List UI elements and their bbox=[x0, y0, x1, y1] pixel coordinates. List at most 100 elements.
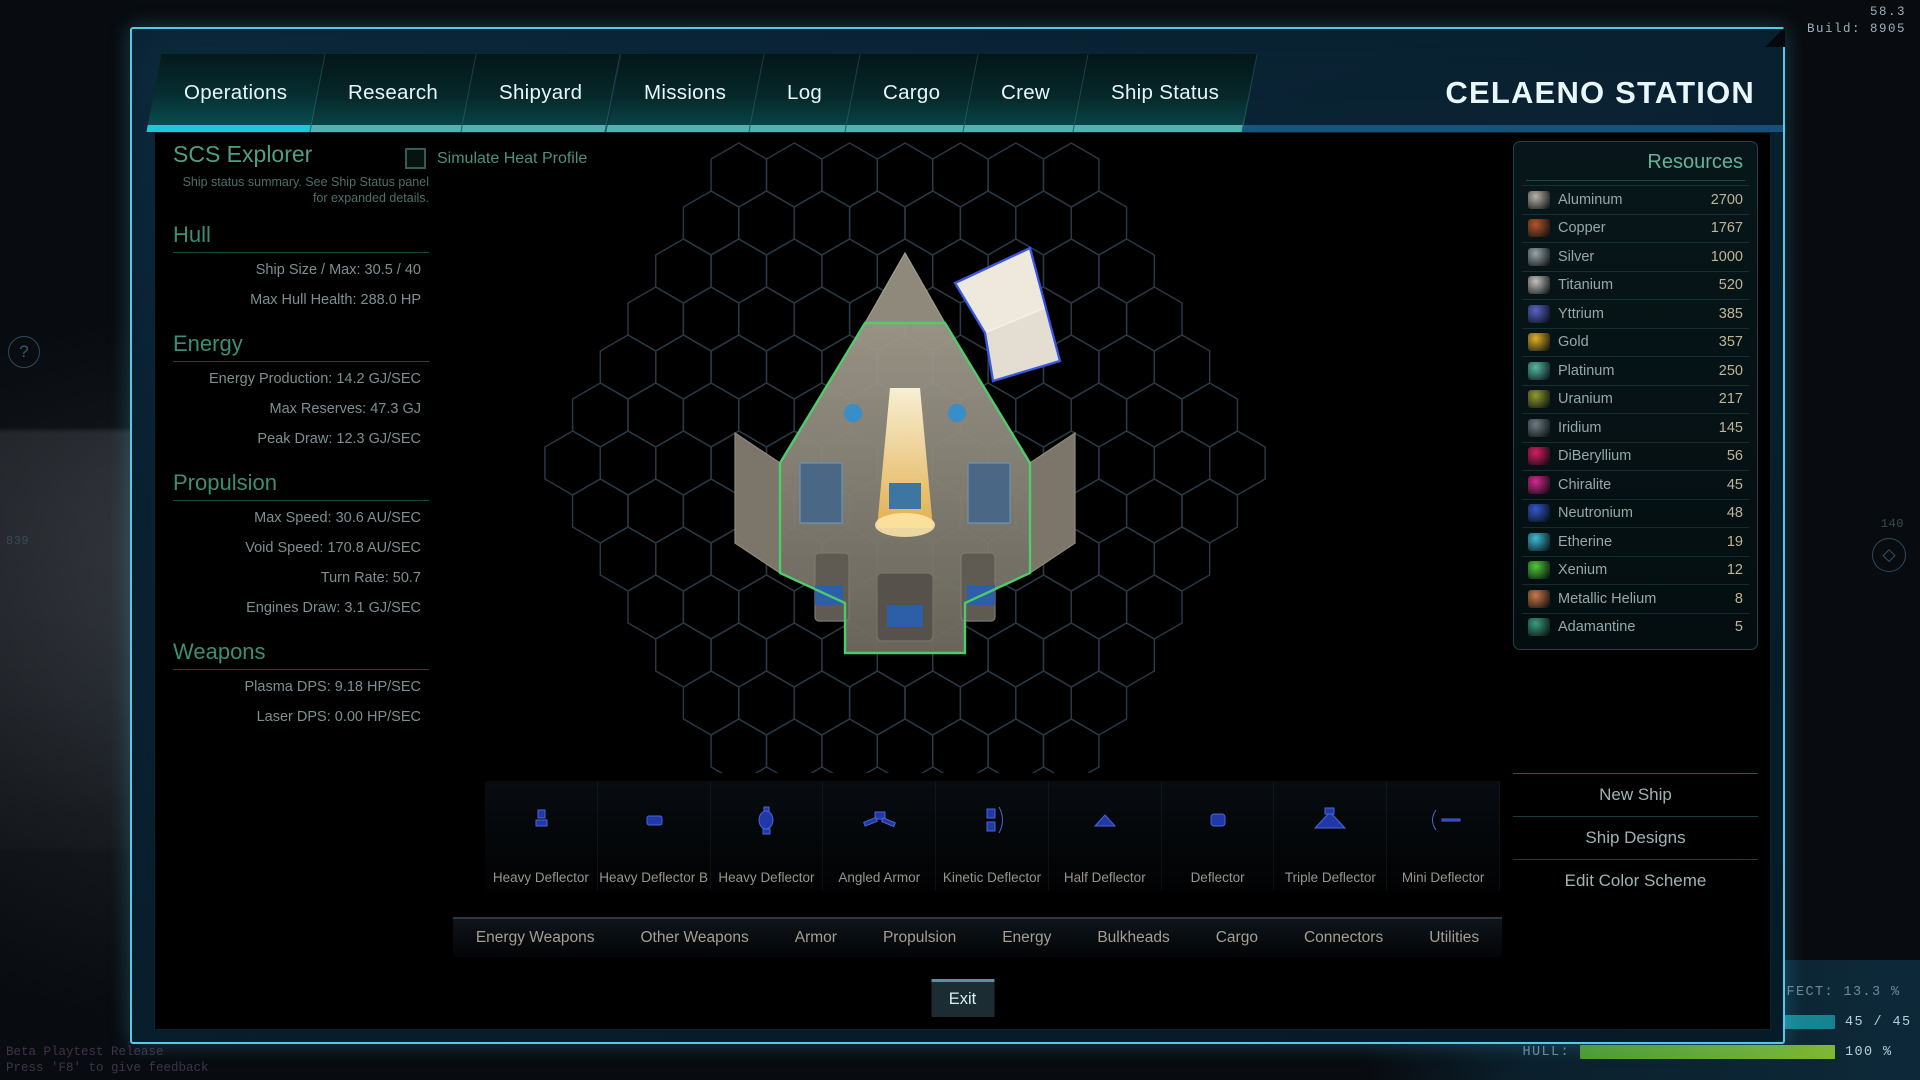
part-item[interactable]: Heavy Deflector B bbox=[597, 781, 711, 891]
category-tab[interactable]: Armor bbox=[771, 917, 860, 957]
stat-section-divider bbox=[173, 361, 429, 362]
resource-row[interactable]: Titanium 520 bbox=[1522, 270, 1749, 300]
resource-value: 45 bbox=[1726, 476, 1743, 493]
category-tab[interactable]: Bulkheads bbox=[1074, 917, 1193, 957]
tab-shipyard-label: Shipyard bbox=[499, 81, 583, 104]
resource-row[interactable]: Gold 357 bbox=[1522, 327, 1749, 357]
tab-operations[interactable]: Operations bbox=[146, 54, 326, 132]
category-tab[interactable]: Utilities bbox=[1406, 917, 1503, 957]
tab-log[interactable]: Log bbox=[749, 54, 861, 132]
hex-grid-svg[interactable] bbox=[485, 133, 1325, 773]
parts-palette[interactable]: Heavy Deflector Heavy Deflector B Heavy De… bbox=[485, 781, 1501, 891]
stat-section-title: Weapons bbox=[173, 639, 266, 664]
resource-icon bbox=[1528, 361, 1550, 380]
resource-icon bbox=[1528, 475, 1550, 494]
resource-row[interactable]: Xenium 12 bbox=[1522, 555, 1749, 585]
resource-row[interactable]: DiBeryllium 56 bbox=[1522, 441, 1749, 471]
tab-missions[interactable]: Missions bbox=[606, 54, 765, 132]
resource-value: 357 bbox=[1718, 334, 1743, 351]
resource-row[interactable]: Chiralite 45 bbox=[1522, 470, 1749, 499]
resource-value: 2700 bbox=[1710, 191, 1743, 208]
resource-row[interactable]: Aluminum 2700 bbox=[1522, 185, 1749, 214]
part-label: Half Deflector bbox=[1063, 870, 1146, 885]
part-label: Kinetic Deflector bbox=[942, 870, 1042, 885]
resource-icon bbox=[1528, 504, 1550, 523]
stat-row: Plasma DPS: 9.18 HP/SEC bbox=[244, 679, 422, 695]
resource-name: Uranium bbox=[1558, 391, 1613, 408]
resource-value: 48 bbox=[1726, 505, 1743, 522]
resource-row[interactable]: Iridium 145 bbox=[1522, 413, 1749, 442]
checkbox-box[interactable] bbox=[405, 148, 426, 169]
resource-row[interactable]: Platinum 250 bbox=[1522, 356, 1749, 385]
version-label: 58.3 bbox=[1869, 5, 1906, 19]
tab-ship-status[interactable]: Ship Status bbox=[1073, 54, 1259, 132]
hud-hull-bar bbox=[1580, 1045, 1835, 1059]
ship-subtitle: Ship status summary. See Ship Status pan… bbox=[182, 175, 429, 205]
tab-crew[interactable]: Crew bbox=[963, 54, 1089, 132]
part-item[interactable]: Heavy Deflector bbox=[485, 781, 598, 891]
stat-section-title: Hull bbox=[173, 222, 211, 247]
resource-row[interactable]: Yttrium 385 bbox=[1522, 299, 1749, 328]
build-label: Build: 8905 bbox=[1806, 22, 1906, 36]
ship-action-buttons: New Ship Ship Designs Edit Color Scheme bbox=[1513, 773, 1758, 902]
part-item[interactable]: Heavy Deflector bbox=[710, 781, 824, 891]
resource-icon bbox=[1528, 333, 1550, 352]
tab-research[interactable]: Research bbox=[310, 54, 478, 132]
ship-stats-panel: SCS Explorer Ship status summary. See Sh… bbox=[169, 141, 429, 732]
part-item[interactable]: Half Deflector bbox=[1048, 781, 1162, 891]
resource-value: 145 bbox=[1718, 419, 1743, 436]
hud-hull-label: HULL: bbox=[1522, 1044, 1570, 1060]
resource-row[interactable]: Uranium 217 bbox=[1522, 384, 1749, 414]
stat-row: Energy Production: 14.2 GJ/SEC bbox=[209, 371, 421, 387]
stat-section-title: Energy bbox=[173, 331, 243, 356]
resource-icon bbox=[1528, 247, 1550, 266]
resource-value: 56 bbox=[1726, 448, 1743, 465]
resource-name: DiBeryllium bbox=[1558, 448, 1632, 465]
exit-button[interactable]: Exit bbox=[931, 979, 994, 1017]
tab-cargo[interactable]: Cargo bbox=[845, 54, 979, 132]
category-tab[interactable]: Cargo bbox=[1192, 917, 1281, 957]
angled-armor-icon bbox=[823, 799, 935, 841]
compass-circle-icon: ◇ bbox=[1872, 538, 1906, 572]
category-tab[interactable]: Energy bbox=[979, 917, 1075, 957]
edit-color-scheme-button[interactable]: Edit Color Scheme bbox=[1513, 859, 1758, 902]
resource-name: Chiralite bbox=[1558, 476, 1612, 493]
resource-row[interactable]: Etherine 19 bbox=[1522, 527, 1749, 556]
resource-row[interactable]: Copper 1767 bbox=[1522, 213, 1749, 243]
category-tab[interactable]: Connectors bbox=[1280, 917, 1407, 957]
part-item[interactable]: Mini Deflector bbox=[1387, 781, 1501, 891]
stat-section-divider bbox=[173, 669, 429, 670]
stat-row: Laser DPS: 0.00 HP/SEC bbox=[256, 709, 421, 725]
ship-design-hex-grid[interactable] bbox=[485, 133, 1325, 773]
part-item[interactable]: Angled Armor bbox=[823, 781, 937, 891]
resource-row[interactable]: Neutronium 48 bbox=[1522, 498, 1749, 528]
background-number-right: 140 bbox=[1880, 517, 1904, 531]
part-item[interactable]: Triple Deflector bbox=[1274, 781, 1388, 891]
tab-crew-label: Crew bbox=[1001, 81, 1051, 104]
resource-name: Etherine bbox=[1558, 533, 1613, 550]
tab-research-label: Research bbox=[348, 81, 439, 104]
part-item[interactable]: Deflector bbox=[1161, 781, 1275, 891]
help-circle-icon: ? bbox=[8, 336, 40, 368]
shipyard-content: SCS Explorer Ship status summary. See Sh… bbox=[154, 132, 1771, 1030]
part-category-tabs[interactable]: Energy Weapons Other Weapons Armor Propulsi… bbox=[345, 917, 1610, 957]
tab-log-label: Log bbox=[786, 81, 822, 104]
station-title: CELAENO STATION bbox=[1445, 75, 1755, 110]
resource-row[interactable]: Metallic Helium 8 bbox=[1522, 584, 1749, 613]
category-tab[interactable]: Other Weapons bbox=[617, 917, 772, 957]
category-tab[interactable]: Energy Weapons bbox=[452, 917, 618, 957]
ship-designs-button[interactable]: Ship Designs bbox=[1513, 816, 1758, 859]
build-info: 58.3 Build: 8905 bbox=[1807, 4, 1906, 38]
part-item[interactable]: Kinetic Deflector bbox=[936, 781, 1049, 891]
resource-row[interactable]: Silver 1000 bbox=[1522, 242, 1749, 271]
resource-row[interactable]: Adamantine 5 bbox=[1522, 612, 1749, 642]
hud-energy-value: 45 / 45 bbox=[1845, 1014, 1912, 1030]
tab-shipyard[interactable]: Shipyard bbox=[461, 54, 622, 132]
resources-title: Resources bbox=[1647, 151, 1743, 173]
new-ship-button[interactable]: New Ship bbox=[1513, 773, 1758, 816]
category-tab[interactable]: Propulsion bbox=[859, 917, 980, 957]
tab-missions-label: Missions bbox=[643, 81, 726, 104]
resource-icon bbox=[1528, 618, 1550, 637]
resource-name: Gold bbox=[1558, 334, 1589, 351]
resource-name: Copper bbox=[1558, 220, 1606, 237]
